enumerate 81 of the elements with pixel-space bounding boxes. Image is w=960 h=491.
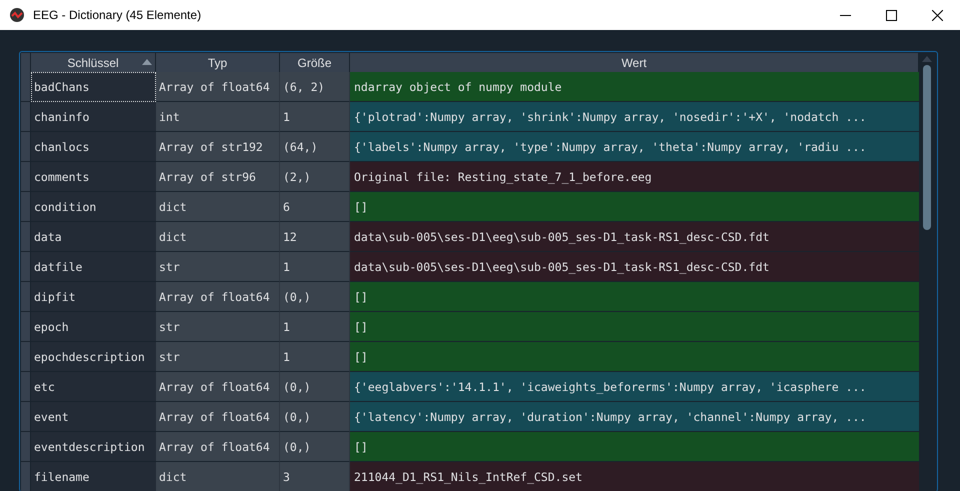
value-cell: {'latency':Numpy array, 'duration':Numpy array, 'channel':Numpy array, ... (350, 402, 919, 432)
row-header[interactable] (21, 222, 31, 252)
size-cell: 1 (280, 312, 350, 342)
scroll-up-icon[interactable] (922, 56, 932, 62)
type-cell: str (156, 342, 280, 372)
size-cell: (6, 2) (280, 72, 350, 102)
type-cell: str (156, 252, 280, 282)
key-cell: event (31, 402, 156, 432)
row-header[interactable] (21, 372, 31, 402)
value-cell: data\sub-005\ses-D1\eeg\sub-005_ses-D1_task-RS1_desc-CSD.fdt (350, 222, 919, 252)
value-cell: {'eeglabvers':'14.1.1', 'icaweights_beforerms':Numpy array, 'icasphere ... (350, 372, 919, 402)
type-cell: Array of float64 (156, 432, 280, 462)
type-cell: Array of str192 (156, 132, 280, 162)
row-header[interactable] (21, 132, 31, 162)
row-header[interactable] (21, 192, 31, 222)
app-icon (9, 7, 25, 23)
row-header[interactable] (21, 282, 31, 312)
row-header[interactable] (21, 162, 31, 192)
corner-header[interactable] (21, 53, 31, 72)
type-cell: int (156, 102, 280, 132)
type-cell: dict (156, 192, 280, 222)
size-cell: 12 (280, 222, 350, 252)
size-cell: (2,) (280, 162, 350, 192)
size-cell: 1 (280, 342, 350, 372)
key-cell: comments (31, 162, 156, 192)
key-cell: chaninfo (31, 102, 156, 132)
row-header[interactable] (21, 312, 31, 342)
value-cell: Original file: Resting_state_7_1_before.eeg (350, 162, 919, 192)
row-header[interactable] (21, 432, 31, 462)
key-cell: badChans (31, 72, 156, 102)
size-cell: (0,) (280, 402, 350, 432)
key-cell: epoch (31, 312, 156, 342)
column-header[interactable]: Wert (350, 53, 919, 72)
type-cell: Array of str96 (156, 162, 280, 192)
row-header[interactable] (21, 462, 31, 491)
value-cell: [] (350, 432, 919, 462)
key-cell: condition (31, 192, 156, 222)
value-cell: 211044_D1_RS1_Nils_IntRef_CSD.set (350, 462, 919, 491)
size-cell: 1 (280, 102, 350, 132)
type-cell: dict (156, 222, 280, 252)
key-cell: datfile (31, 252, 156, 282)
window-title: EEG - Dictionary (45 Elemente) (33, 8, 202, 22)
value-cell: {'labels':Numpy array, 'type':Numpy array, 'theta':Numpy array, 'radiu ... (350, 132, 919, 162)
close-icon[interactable] (932, 10, 942, 20)
type-cell: dict (156, 462, 280, 491)
value-cell: [] (350, 342, 919, 372)
type-cell: Array of float64 (156, 282, 280, 312)
value-cell: [] (350, 312, 919, 342)
value-cell: {'plotrad':Numpy array, 'shrink':Numpy array, 'nosedir':'+X', 'nodatch ... (350, 102, 919, 132)
column-header[interactable]: Typ (156, 53, 280, 72)
key-cell: data (31, 222, 156, 252)
column-header[interactable]: Größe (280, 53, 350, 72)
key-cell: chanlocs (31, 132, 156, 162)
maximize-icon[interactable] (886, 10, 896, 20)
key-cell: eventdescription (31, 432, 156, 462)
value-cell: ndarray object of numpy module (350, 72, 919, 102)
scrollbar-thumb[interactable] (923, 65, 931, 230)
row-header[interactable] (21, 72, 31, 102)
size-cell: (64,) (280, 132, 350, 162)
row-header[interactable] (21, 252, 31, 282)
size-cell: 6 (280, 192, 350, 222)
type-cell: str (156, 312, 280, 342)
column-header[interactable]: Schlüssel (31, 53, 156, 72)
size-cell: 1 (280, 252, 350, 282)
row-header[interactable] (21, 102, 31, 132)
type-cell: Array of float64 (156, 72, 280, 102)
value-cell: [] (350, 192, 919, 222)
size-cell: 3 (280, 462, 350, 491)
key-cell: dipfit (31, 282, 156, 312)
row-header[interactable] (21, 342, 31, 372)
key-cell: epochdescription (31, 342, 156, 372)
key-cell: etc (31, 372, 156, 402)
type-cell: Array of float64 (156, 372, 280, 402)
size-cell: (0,) (280, 282, 350, 312)
row-header[interactable] (21, 402, 31, 432)
key-cell: filename (31, 462, 156, 491)
value-cell: data\sub-005\ses-D1\eeg\sub-005_ses-D1_task-RS1_desc-CSD.fdt (350, 252, 919, 282)
value-cell: [] (350, 282, 919, 312)
size-cell: (0,) (280, 432, 350, 462)
type-cell: Array of float64 (156, 402, 280, 432)
size-cell: (0,) (280, 372, 350, 402)
